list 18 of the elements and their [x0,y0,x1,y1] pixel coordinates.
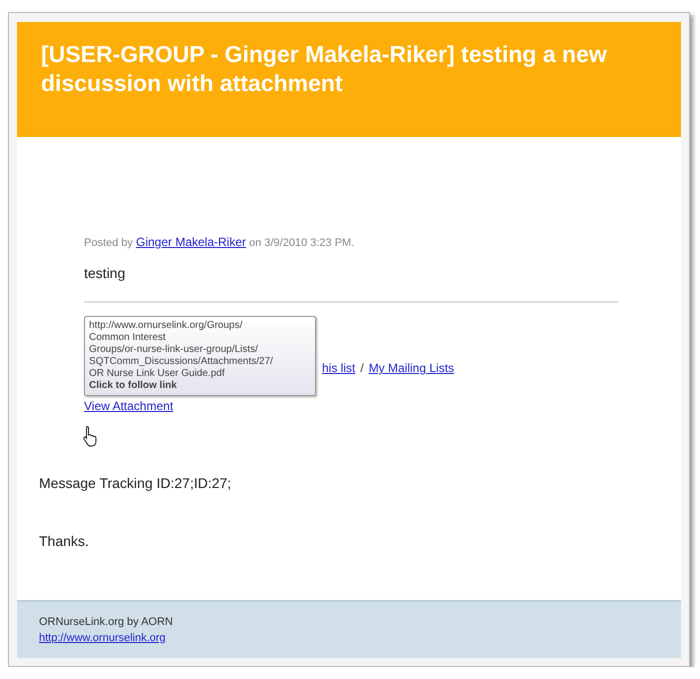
list-link[interactable]: My Mailing Lists [368,361,454,375]
author-link[interactable]: Ginger Makela-Riker [136,235,246,249]
view-attachment-link[interactable]: View Attachment [84,399,174,413]
tooltip-url-line: Groups/or-nurse-link-user-group/Lists/ [89,344,259,356]
tooltip-url-line: Common Interest [89,332,167,344]
tooltip-url-line: SQTComm_Discussions/Attachments/27/ [89,356,274,368]
footer-link[interactable]: http://www.ornurselink.org [39,632,166,644]
message-title: [USER-GROUP - Ginger Makela-Riker] testing a new discussion with attachment [41,40,608,98]
post-body: testing [84,265,126,281]
footer-text: ORNurseLink.org by AORN [39,616,174,628]
tooltip-url-line: http://www.ornurselink.org/Groups/ [89,320,244,332]
link-separator: / [360,361,364,375]
tooltip-hint: Click to follow link [89,380,178,392]
closing-text: Thanks. [39,533,90,549]
posted-by-line: Posted by Ginger Makela-Riker on 3/9/2010 3:23 PM. [84,235,356,249]
tracking-id: Message Tracking ID:27;ID:27; [39,475,232,491]
list-link[interactable]: his list [322,361,356,375]
tooltip-url-line: OR Nurse Link User Guide.pdf [89,368,226,380]
